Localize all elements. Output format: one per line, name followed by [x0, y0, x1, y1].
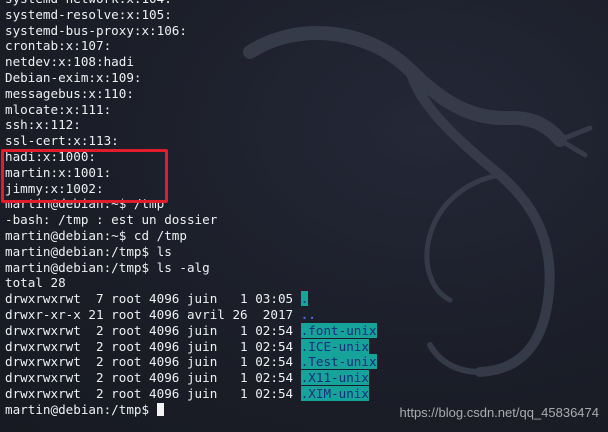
listing-row: drwxrwxrwt 2 root 4096 juin 1 02:54 .Tes…: [5, 354, 377, 370]
listing-info: drwxrwxrwt 2 root 4096 juin 1 02:54: [5, 322, 301, 338]
listing-row: drwxr-xr-x 21 root 4096 avril 26 2017 ..: [5, 307, 377, 323]
terminal-output: systemd-network:x:104:systemd-resolve:x:…: [5, 0, 377, 418]
text-cursor: [156, 402, 164, 416]
listing-filename: .: [300, 291, 309, 307]
terminal-line: crontab:x:107:: [5, 38, 112, 54]
listing-info: drwxr-xr-x 21 root 4096 avril 26 2017: [5, 306, 301, 322]
listing-filename: .X11-unix: [300, 370, 369, 386]
listing-row: drwxrwxrwt 2 root 4096 juin 1 02:54 .XIM…: [5, 385, 377, 402]
terminal-line: martin@debian:/tmp$ ls: [5, 243, 172, 259]
terminal-line: total 28: [5, 275, 66, 291]
listing-filename: .font-unix: [300, 322, 377, 338]
listing-row: drwxrwxrwt 2 root 4096 juin 1 02:54 .X11…: [5, 370, 377, 386]
terminal-line: ssh:x:112:: [5, 117, 81, 133]
terminal-line: systemd-resolve:x:105:: [5, 6, 172, 22]
terminal-line: Debian-exim:x:109:: [5, 69, 142, 85]
terminal-line: systemd-network:x:104:: [5, 0, 377, 7]
listing-info: drwxrwxrwt 2 root 4096 juin 1 02:54: [5, 338, 301, 354]
terminal-line: martin@debian:/tmp$ ls -alg: [5, 259, 210, 275]
url-watermark: https://blog.csdn.net/qq_45836474: [399, 405, 600, 420]
terminal-line: netdev:x:108:hadi: [5, 54, 134, 70]
terminal-line: messagebus:x:110:: [5, 85, 134, 101]
prompt-text: martin@debian:/tmp$: [5, 401, 157, 417]
listing-filename: .XIM-unix: [300, 385, 369, 401]
listing-row: drwxrwxrwt 2 root 4096 juin 1 02:54 .fon…: [5, 322, 377, 339]
listing-info: drwxrwxrwt 2 root 4096 juin 1 02:54: [5, 385, 301, 401]
listing-info: drwxrwxrwt 7 root 4096 juin 1 03:05: [5, 291, 301, 307]
terminal-line: ssl-cert:x:113:: [5, 133, 119, 149]
prompt-line[interactable]: martin@debian:/tmp$: [5, 402, 377, 418]
listing-info: drwxrwxrwt 2 root 4096 juin 1 02:54: [5, 370, 301, 386]
terminal-line: systemd-bus-proxy:x:106:: [5, 22, 187, 38]
terminal-line: -bash: /tmp : est un dossier: [5, 212, 218, 228]
terminal-line: martin@debian:~$ cd /tmp: [5, 227, 187, 243]
terminal-line: mlocate:x:111:: [5, 101, 112, 117]
listing-row: drwxrwxrwt 2 root 4096 juin 1 02:54 .ICE…: [5, 338, 377, 355]
listing-row: drwxrwxrwt 7 root 4096 juin 1 03:05 .: [5, 291, 377, 307]
annotation-highlight-box: [1, 149, 168, 203]
listing-info: drwxrwxrwt 2 root 4096 juin 1 02:54: [5, 354, 301, 370]
listing-filename: ..: [300, 306, 316, 322]
listing-filename: .ICE-unix: [300, 338, 369, 354]
terminal-window[interactable]: systemd-network:x:104:systemd-resolve:x:…: [0, 0, 608, 432]
listing-filename: .Test-unix: [300, 354, 377, 370]
